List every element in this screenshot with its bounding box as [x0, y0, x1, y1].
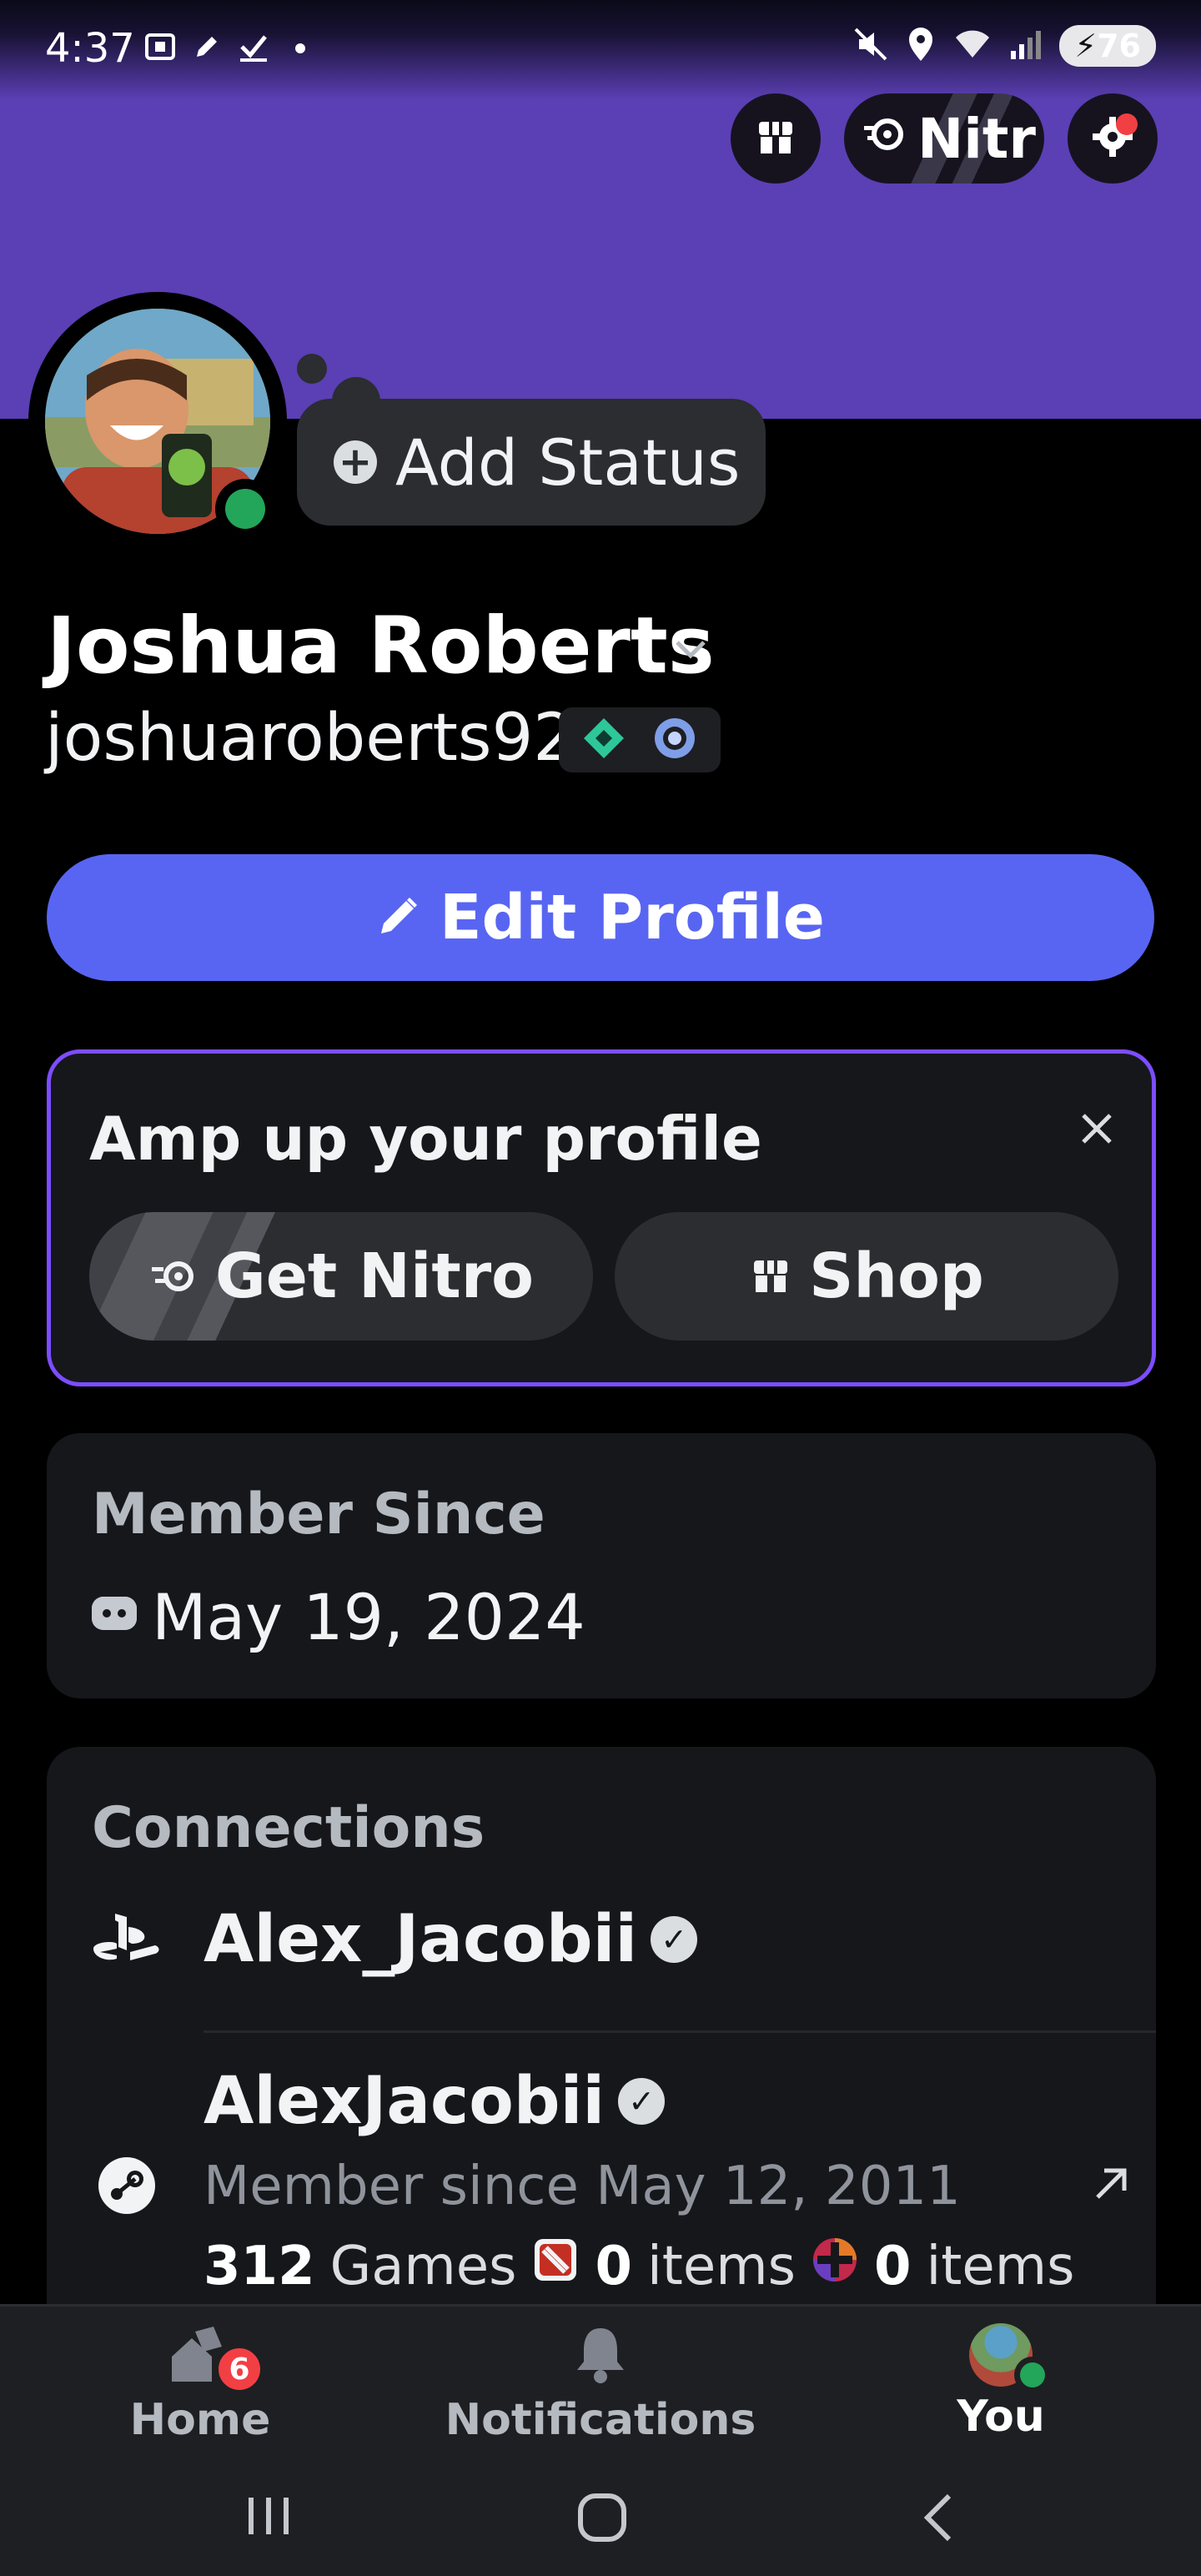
- connection-name: AlexJacobii: [204, 2064, 606, 2139]
- steam-stats: 312 Games 0 items 0 items: [204, 2236, 1074, 2297]
- screenshot-icon: [143, 30, 177, 63]
- tab-notifications[interactable]: Notifications: [442, 2323, 759, 2445]
- shop-button[interactable]: [731, 93, 821, 184]
- location-icon: [904, 26, 937, 66]
- signal-icon: [1008, 26, 1044, 66]
- member-since-date: May 19, 2024: [152, 1580, 585, 1654]
- get-nitro-label: Get Nitro: [214, 1240, 535, 1312]
- profile-badges[interactable]: [559, 707, 721, 772]
- pencil-icon: [376, 882, 421, 953]
- dota-items-count: 0: [595, 2236, 632, 2297]
- tab-you[interactable]: You: [926, 2323, 1076, 2442]
- connection-playstation[interactable]: Alex_Jacobii ✓: [204, 1902, 698, 1977]
- verified-icon: ✓: [618, 2078, 666, 2125]
- external-link-icon[interactable]: [1091, 2156, 1131, 2217]
- edit-icon: [190, 30, 224, 63]
- nitro-icon: [148, 1240, 198, 1312]
- tf2-items-label: items: [926, 2236, 1075, 2297]
- bell-icon: [569, 2323, 632, 2390]
- verified-icon: ✓: [651, 1916, 698, 1963]
- dot-icon: [284, 30, 317, 63]
- connections-card: Connections Alex_Jacobii ✓ AlexJacobii ✓…: [47, 1747, 1156, 2331]
- back-icon[interactable]: [917, 2491, 959, 2557]
- home-nav-icon[interactable]: [575, 2491, 629, 2557]
- check-icon: [237, 30, 270, 63]
- quest-badge-icon: [580, 715, 627, 765]
- divider: [204, 2030, 1156, 2033]
- recent-apps-icon[interactable]: [244, 2491, 294, 2553]
- tf2-icon: [811, 2236, 859, 2297]
- wifi-icon: [952, 26, 992, 66]
- discord-icon: [92, 1597, 137, 1630]
- chevron-down-icon[interactable]: [672, 629, 709, 672]
- steam-icon: [95, 2154, 158, 2221]
- shop-button[interactable]: Shop: [615, 1212, 1118, 1341]
- status-bar: 4:37 ⚡76: [0, 0, 1201, 100]
- home-badge-count: 6: [214, 2343, 265, 2395]
- member-since-card: Member Since May 19, 2024: [47, 1433, 1156, 1698]
- amp-up-profile-card: Amp up your profile Get Nitro Shop: [47, 1049, 1156, 1386]
- nitro-icon: [862, 107, 909, 171]
- status-bubble-dot: [297, 354, 327, 384]
- connections-label: Connections: [92, 1795, 485, 1861]
- system-navigation-bar: [0, 2463, 1201, 2576]
- add-status-label: Add Status: [395, 425, 741, 500]
- tab-home[interactable]: 6 Home: [117, 2323, 284, 2445]
- steam-member-since: Member since May 12, 2011: [204, 2156, 961, 2217]
- notification-dot: [1116, 113, 1138, 135]
- close-icon[interactable]: [1078, 1102, 1115, 1159]
- shop-label: Shop: [809, 1240, 984, 1312]
- dota-items-label: items: [647, 2236, 796, 2297]
- add-status-button[interactable]: + Add Status: [297, 399, 766, 526]
- tab-label: Home: [129, 2395, 271, 2445]
- edit-profile-label: Edit Profile: [440, 882, 825, 953]
- nitro-button[interactable]: Nitr: [844, 93, 1044, 184]
- nitro-label: Nitr: [917, 106, 1036, 171]
- display-name: Joshua Roberts: [47, 601, 715, 692]
- plus-icon: +: [334, 440, 377, 484]
- battery-indicator: ⚡76: [1059, 25, 1156, 67]
- games-count: 312: [204, 2236, 315, 2297]
- dota-icon: [531, 2236, 580, 2297]
- status-time: 4:37: [45, 25, 135, 72]
- shop-icon: [754, 115, 797, 162]
- tab-label: Notifications: [445, 2395, 756, 2445]
- avatar: [969, 2323, 1051, 2393]
- playstation-icon: [90, 1910, 162, 1967]
- bottom-tab-bar: 6 Home Notifications You: [0, 2304, 1201, 2463]
- orbs-badge-icon: [650, 713, 700, 767]
- settings-button[interactable]: [1068, 93, 1158, 184]
- connection-steam[interactable]: AlexJacobii ✓: [204, 2064, 666, 2139]
- battery-level: 76: [1097, 28, 1141, 64]
- tf2-items-count: 0: [873, 2236, 912, 2297]
- connection-name: Alex_Jacobii: [204, 1902, 638, 1977]
- get-nitro-button[interactable]: Get Nitro: [89, 1212, 593, 1341]
- edit-profile-button[interactable]: Edit Profile: [47, 854, 1154, 981]
- online-status-indicator: [1014, 2357, 1051, 2393]
- online-status-indicator: [215, 479, 275, 539]
- shop-icon: [749, 1240, 792, 1312]
- amp-card-title: Amp up your profile: [89, 1104, 762, 1174]
- member-since-label: Member Since: [92, 1482, 545, 1547]
- games-label: Games: [329, 2236, 517, 2297]
- tab-label: You: [957, 2392, 1045, 2442]
- mute-icon: [852, 26, 889, 66]
- username: joshuaroberts92: [45, 701, 575, 776]
